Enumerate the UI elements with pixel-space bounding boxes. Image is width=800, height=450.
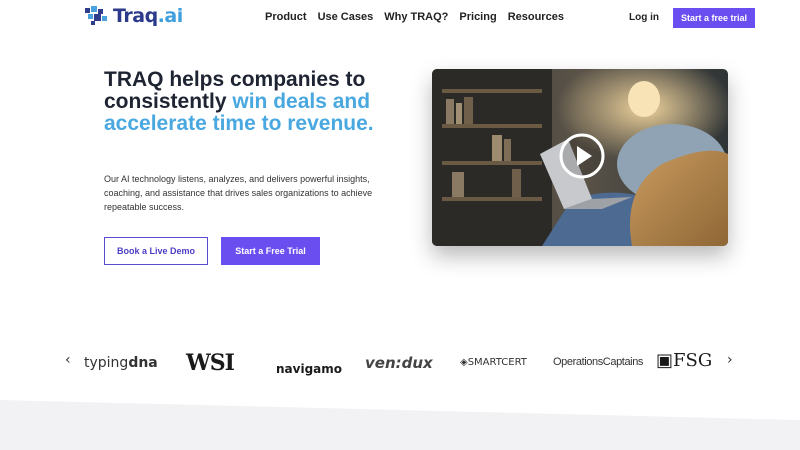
nav-free-trial-button[interactable]: Start a free trial bbox=[673, 8, 755, 28]
nav-resources[interactable]: Resources bbox=[508, 11, 564, 23]
chevron-right-icon[interactable]: › bbox=[727, 352, 733, 368]
logo-typingdna: typingdna bbox=[84, 355, 158, 371]
play-icon[interactable] bbox=[559, 133, 605, 179]
hero-subtext: Our AI technology listens, analyzes, and… bbox=[104, 174, 373, 212]
nav-product[interactable]: Product bbox=[265, 11, 307, 23]
logo-operations-captains: OperationsCaptains bbox=[553, 356, 644, 368]
logo-navigamo: navigamo bbox=[276, 362, 343, 376]
book-demo-button[interactable]: Book a Live Demo bbox=[104, 237, 208, 265]
logo-text: Traq.ai bbox=[113, 5, 183, 27]
login-link[interactable]: Log in bbox=[629, 12, 659, 23]
site-logo[interactable]: Traq.ai bbox=[85, 5, 183, 27]
nav-use-cases[interactable]: Use Cases bbox=[318, 11, 374, 23]
logo-smartcert: ◈SMARTCERT bbox=[460, 357, 527, 368]
logo-mark-icon bbox=[85, 6, 111, 26]
logo-vendux: ven:dux bbox=[365, 354, 433, 372]
logo-wsi: WSI bbox=[186, 350, 235, 376]
top-nav: Traq.ai Product Use Cases Why TRAQ? Pric… bbox=[0, 0, 800, 38]
section-divider bbox=[0, 400, 800, 450]
logo-fsg: ▣FSG bbox=[656, 350, 713, 371]
hero-video[interactable] bbox=[432, 69, 728, 246]
main-menu: Product Use Cases Why TRAQ? Pricing Reso… bbox=[265, 11, 575, 23]
hero-headline: TRAQ helps companies to consistently win… bbox=[104, 69, 404, 135]
nav-pricing[interactable]: Pricing bbox=[459, 11, 496, 23]
free-trial-button[interactable]: Start a Free Trial bbox=[221, 237, 320, 265]
chevron-left-icon[interactable]: ‹ bbox=[65, 352, 71, 368]
nav-why-traq[interactable]: Why TRAQ? bbox=[384, 11, 448, 23]
